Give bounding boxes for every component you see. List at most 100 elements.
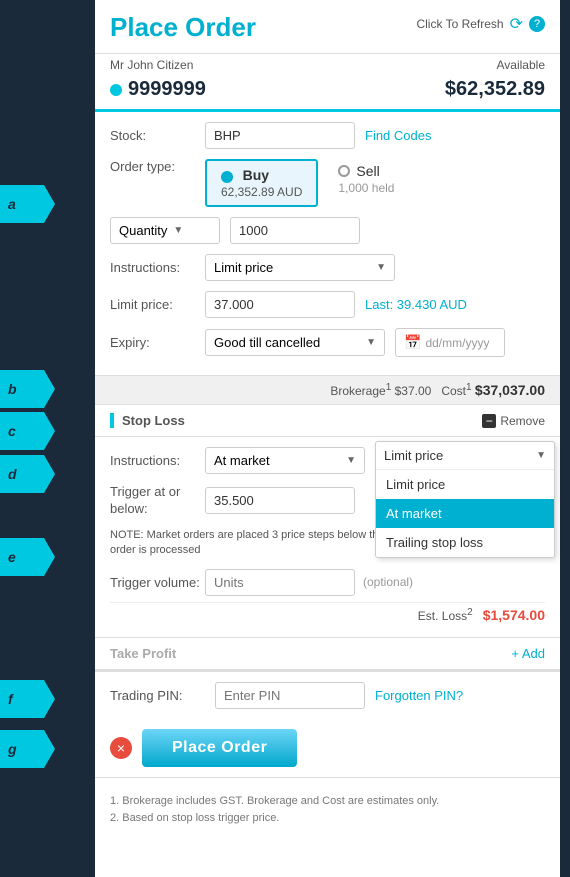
instructions-select[interactable]: Limit price ▼ (205, 254, 395, 281)
expiry-select[interactable]: Good till cancelled ▼ (205, 329, 385, 356)
chevron-e: e (0, 538, 55, 576)
chevron-c-arrow: c (0, 412, 55, 450)
chevron-b-arrow: b (0, 370, 55, 408)
trigger-volume-row: Trigger volume: (optional) (110, 569, 545, 596)
side-label-e: e (8, 549, 16, 565)
stop-loss-instructions-value: At market (214, 453, 270, 468)
trigger-volume-label: Trigger volume: (110, 575, 205, 590)
expiry-row: Expiry: Good till cancelled ▼ 📅 dd/mm/yy… (110, 328, 545, 357)
chevron-e-arrow: e (0, 538, 55, 576)
cancel-button[interactable]: × (110, 737, 132, 759)
remove-label: Remove (500, 414, 545, 428)
quantity-label: Quantity (119, 223, 167, 238)
dropdown-item-limit[interactable]: Limit price (376, 470, 554, 499)
calendar-icon: 📅 (404, 334, 421, 351)
sell-radio[interactable]: Sell (338, 163, 394, 179)
chevron-g: g (0, 730, 55, 768)
side-label-c: c (8, 423, 16, 439)
buy-label: Buy (243, 167, 269, 183)
stop-loss-instructions-select[interactable]: At market ▼ (205, 447, 365, 474)
chevron-g-arrow: g (0, 730, 55, 768)
footnote-2: 2. Based on stop loss trigger price. (110, 810, 545, 828)
forgotten-pin-link[interactable]: Forgotten PIN? (375, 688, 463, 703)
optional-text: (optional) (363, 575, 413, 589)
quantity-row: Quantity ▼ (110, 217, 545, 244)
dropdown-arrow-icon: ▼ (536, 450, 546, 461)
est-loss-sup: 2 (467, 607, 473, 618)
take-profit-header: Take Profit + Add (95, 638, 560, 670)
limit-price-label: Limit price: (110, 297, 205, 312)
stop-loss-header: Stop Loss − Remove (95, 405, 560, 437)
trigger-input[interactable] (205, 487, 355, 514)
est-loss-row: Est. Loss2 $1,574.00 (110, 602, 545, 627)
available-label: Available (497, 58, 545, 72)
limit-price-input[interactable] (205, 291, 355, 318)
trading-pin-input[interactable] (215, 682, 365, 709)
trigger-volume-input[interactable] (205, 569, 355, 596)
pin-row: Trading PIN: Forgotten PIN? (110, 682, 545, 709)
dropdown-item-trailing[interactable]: Trailing stop loss (376, 528, 554, 557)
quantity-select[interactable]: Quantity ▼ (110, 217, 220, 244)
brokerage-bar: Brokerage1 $37.00 Cost1 $37,037.00 (95, 375, 560, 405)
dropdown-item-atmarket[interactable]: At market (376, 499, 554, 528)
side-label-f: f (8, 691, 13, 707)
remove-button[interactable]: − Remove (482, 414, 545, 428)
stop-loss-instructions-row: Instructions: At market ▼ Limit price ▼ … (110, 447, 545, 474)
trigger-label: Trigger at or below: (110, 484, 205, 518)
chevron-c: c (0, 412, 55, 450)
expiry-arrow-icon: ▼ (366, 337, 376, 348)
buy-sub: 62,352.89 AUD (221, 185, 302, 199)
instructions-dropdown-menu: Limit price ▼ Limit price At market Trai… (375, 441, 555, 558)
quantity-arrow-icon: ▼ (173, 225, 183, 236)
add-label: + Add (511, 646, 545, 661)
available-amount: $62,352.89 (445, 78, 545, 101)
stop-loss-title: Stop Loss (110, 413, 185, 428)
side-label-d: d (8, 466, 17, 482)
sell-option[interactable]: Sell 1,000 held (338, 159, 394, 195)
est-loss-label: Est. Loss (418, 609, 467, 623)
refresh-icon[interactable]: ⟳ (510, 14, 523, 34)
chevron-d: d (0, 455, 55, 493)
form-area: Stock: Find Codes Order type: Buy 62,352… (95, 112, 560, 375)
dropdown-title: Limit price (384, 448, 443, 463)
buy-radio-dot (221, 171, 233, 183)
stock-label: Stock: (110, 128, 205, 143)
take-profit-section: Take Profit + Add (95, 637, 560, 671)
order-type-label: Order type: (110, 159, 205, 174)
dropdown-header: Limit price ▼ (376, 442, 554, 470)
cost-amount: $37,037.00 (475, 382, 545, 398)
help-icon[interactable]: ? (529, 16, 545, 32)
brokerage-text: Brokerage (330, 384, 385, 398)
limit-price-row: Limit price: Last: 39.430 AUD (110, 291, 545, 318)
brokerage-sup: 1 (386, 382, 392, 393)
side-label-b: b (8, 381, 17, 397)
stock-input[interactable] (205, 122, 355, 149)
find-codes-link[interactable]: Find Codes (365, 128, 431, 143)
cancel-icon: × (117, 740, 125, 756)
date-input[interactable]: 📅 dd/mm/yyyy (395, 328, 505, 357)
add-button[interactable]: + Add (511, 646, 545, 661)
instructions-label: Instructions: (110, 260, 205, 275)
place-order-row: × Place Order (95, 719, 560, 778)
stop-loss-form: Instructions: At market ▼ Limit price ▼ … (95, 437, 560, 637)
chevron-a: a (0, 185, 55, 223)
chevron-f: f (0, 680, 55, 718)
sell-sub: 1,000 held (338, 181, 394, 195)
take-profit-title: Take Profit (110, 646, 176, 661)
cost-sup: 1 (466, 382, 472, 393)
click-to-refresh-label: Click To Refresh (416, 17, 503, 31)
user-row: Mr John Citizen Available (95, 54, 560, 76)
footnote-1: 1. Brokerage includes GST. Brokerage and… (110, 793, 545, 811)
place-order-button[interactable]: Place Order (142, 729, 297, 767)
chevron-b: b (0, 370, 55, 408)
expiry-label: Expiry: (110, 335, 205, 350)
buy-option[interactable]: Buy 62,352.89 AUD (205, 159, 318, 207)
header-top-right: Click To Refresh ⟳ ? (416, 14, 545, 34)
quantity-input[interactable] (230, 217, 360, 244)
instructions-arrow-icon: ▼ (376, 262, 386, 273)
panel-header: Place Order Click To Refresh ⟳ ? (95, 0, 560, 54)
expiry-value: Good till cancelled (214, 335, 320, 350)
brokerage-amount: $37.00 (395, 384, 432, 398)
order-type-row: Order type: Buy 62,352.89 AUD Sell 1,000… (110, 159, 545, 207)
side-label-g: g (8, 741, 17, 757)
